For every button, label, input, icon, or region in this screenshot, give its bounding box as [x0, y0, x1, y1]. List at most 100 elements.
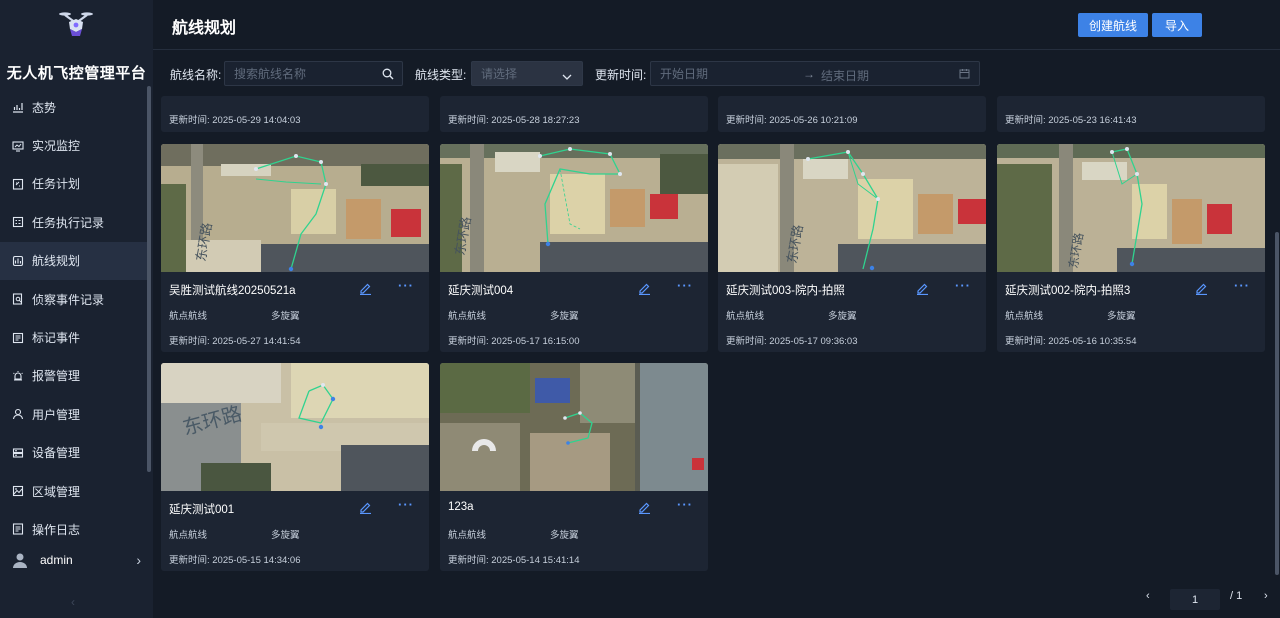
route-card[interactable]: 123a ··· 航点航线 多旋翼 更新时间: 2025-05-14 15:41… [440, 363, 708, 571]
route-map-thumbnail[interactable]: 东环路 [161, 144, 429, 272]
plan-icon [12, 178, 24, 190]
route-card[interactable]: 东环路 延庆测试001 ··· 航点航线 多旋翼 更新时间: 2025-05-1… [161, 363, 429, 571]
edit-icon[interactable] [359, 282, 372, 296]
sidebar-item-label: 态势 [32, 100, 57, 115]
edit-icon[interactable] [638, 282, 651, 296]
sidebar-item-operation-log[interactable]: 操作日志 [0, 510, 147, 548]
sidebar-item-user[interactable]: 用户管理 [0, 395, 147, 433]
route-card-partial[interactable]: 更新时间: 2025-05-23 16:41:43 [997, 96, 1265, 132]
collapse-sidebar-icon[interactable]: ‹ [71, 595, 75, 609]
edit-icon[interactable] [916, 282, 929, 296]
route-type-select[interactable]: 请选择 [471, 61, 583, 86]
edit-icon[interactable] [1195, 282, 1208, 296]
sidebar-item-alarm[interactable]: 报警管理 [0, 357, 147, 395]
sidebar-item-area[interactable]: 区域管理 [0, 472, 147, 510]
app-title: 无人机飞控管理平台 [6, 65, 147, 82]
route-map-thumbnail[interactable]: 东环路 [997, 144, 1265, 272]
card-route-name: 延庆测试004 [448, 285, 514, 297]
card-update-time: 更新时间: 2025-05-26 10:21:09 [726, 115, 858, 126]
route-map-thumbnail[interactable]: 东环路 [440, 144, 708, 272]
card-update-time: 更新时间: 2025-05-28 18:27:23 [448, 115, 580, 126]
range-arrow: → [803, 67, 815, 81]
route-name-label: 航线名称: [170, 68, 222, 82]
content-scrollbar[interactable] [1275, 232, 1279, 575]
create-route-button[interactable]: 创建航线 [1078, 13, 1148, 37]
route-card[interactable]: 东环路 吴胜测试航线20250521a ··· 航点航线 多旋翼 更新时间: 2… [161, 144, 429, 352]
route-name-search-input[interactable]: 搜索航线名称 [224, 61, 403, 86]
sidebar-item-label: 侦察事件记录 [32, 292, 105, 307]
search-doc-icon [12, 293, 24, 305]
card-drone-type: 多旋翼 [828, 311, 857, 322]
chart-icon [12, 101, 24, 113]
sidebar-item-recon-record[interactable]: 侦察事件记录 [0, 280, 147, 318]
page-total: / 1 [1230, 590, 1243, 602]
route-card[interactable]: 东环路 延庆测试004 ··· 航点航线 多旋翼 更新时间: 2025-05-1… [440, 144, 708, 352]
route-map-thumbnail[interactable] [440, 363, 708, 491]
avatar-icon [12, 552, 28, 568]
date-range-picker[interactable]: 开始日期 → 结束日期 [650, 61, 980, 86]
sidebar-item-task-plan[interactable]: 任务计划 [0, 165, 147, 203]
sidebar-item-situation[interactable]: 态势 [0, 88, 147, 126]
user-icon [12, 408, 24, 420]
edit-icon[interactable] [638, 501, 651, 515]
more-options-icon[interactable]: ··· [955, 279, 970, 295]
log-icon [12, 523, 24, 536]
sidebar-item-label: 任务执行记录 [32, 215, 105, 230]
sidebar-item-route-planning[interactable]: 航线规划 [0, 241, 147, 280]
user-name: admin [40, 553, 73, 567]
card-update-time: 更新时间: 2025-05-14 15:41:14 [448, 555, 580, 566]
route-card-grid: 更新时间: 2025-05-29 14:04:03 更新时间: 2025-05-… [153, 96, 1280, 581]
area-icon [12, 485, 24, 497]
card-update-time: 更新时间: 2025-05-23 16:41:43 [1005, 115, 1137, 126]
record-icon [12, 216, 24, 228]
search-icon[interactable] [382, 68, 394, 80]
route-card-partial[interactable]: 更新时间: 2025-05-29 14:04:03 [161, 96, 429, 132]
sidebar-item-device[interactable]: 设备管理 [0, 434, 147, 472]
sidebar-item-label: 报警管理 [32, 369, 81, 384]
card-route-type: 航点航线 [726, 311, 765, 322]
card-drone-type: 多旋翼 [271, 311, 300, 322]
sidebar-item-label: 用户管理 [32, 407, 81, 422]
route-map-thumbnail[interactable]: 东环路 [718, 144, 986, 272]
more-options-icon[interactable]: ··· [398, 498, 413, 514]
sidebar-nav: 态势 实况监控 任务计划 任务执行记录 航线规划 侦察事件记录 标记事件 报警管… [0, 88, 147, 549]
card-route-type: 航点航线 [169, 530, 208, 541]
sidebar-item-live-monitor[interactable]: 实况监控 [0, 126, 147, 164]
card-update-time: 更新时间: 2025-05-17 16:15:00 [448, 336, 580, 347]
more-options-icon[interactable]: ··· [398, 279, 413, 295]
import-button[interactable]: 导入 [1152, 13, 1202, 37]
sidebar-item-label: 区域管理 [32, 484, 81, 499]
route-card[interactable]: 东环路 延庆测试002-院内-拍照3 ··· 航点航线 多旋翼 更新时间: 20… [997, 144, 1265, 352]
sidebar-item-task-record[interactable]: 任务执行记录 [0, 203, 147, 241]
more-options-icon[interactable]: ··· [677, 498, 692, 514]
sidebar-item-label: 操作日志 [32, 522, 81, 537]
calendar-icon [959, 68, 970, 79]
card-route-type: 航点航线 [1005, 311, 1044, 322]
sidebar-item-mark-event[interactable]: 标记事件 [0, 318, 147, 356]
sidebar-item-label: 标记事件 [32, 331, 81, 346]
card-drone-type: 多旋翼 [1107, 311, 1136, 322]
more-options-icon[interactable]: ··· [677, 279, 692, 295]
sidebar-scrollbar[interactable] [147, 86, 151, 472]
route-card-partial[interactable]: 更新时间: 2025-05-28 18:27:23 [440, 96, 708, 132]
page-number-input[interactable]: 1 [1170, 589, 1220, 610]
user-menu[interactable]: admin › [0, 547, 153, 573]
card-route-type: 航点航线 [448, 530, 487, 541]
route-card[interactable]: 东环路 延庆测试003-院内-拍照 ··· 航点航线 多旋翼 更新时间: 202… [718, 144, 986, 352]
search-placeholder: 搜索航线名称 [234, 67, 307, 81]
route-map-thumbnail[interactable]: 东环路 [161, 363, 429, 491]
route-card-partial[interactable]: 更新时间: 2025-05-26 10:21:09 [718, 96, 986, 132]
sidebar-item-label: 实况监控 [32, 139, 81, 154]
next-page-icon[interactable]: › [1264, 590, 1268, 602]
card-drone-type: 多旋翼 [550, 530, 579, 541]
card-update-time: 更新时间: 2025-05-29 14:04:03 [169, 115, 301, 126]
mark-icon [12, 332, 24, 344]
filter-bar: 航线名称: 搜索航线名称 航线类型: 请选择 更新时间: 开始日期 → 结束日期 [153, 60, 1280, 88]
chevron-right-icon: › [136, 552, 141, 568]
more-options-icon[interactable]: ··· [1234, 279, 1249, 295]
prev-page-icon[interactable]: ‹ [1146, 590, 1150, 602]
edit-icon[interactable] [359, 501, 372, 515]
sidebar: 无人机飞控管理平台 态势 实况监控 任务计划 任务执行记录 航线规划 侦察事件记… [0, 0, 153, 618]
card-route-name: 延庆测试002-院内-拍照3 [1005, 285, 1131, 297]
update-time-label: 更新时间: [595, 68, 647, 82]
